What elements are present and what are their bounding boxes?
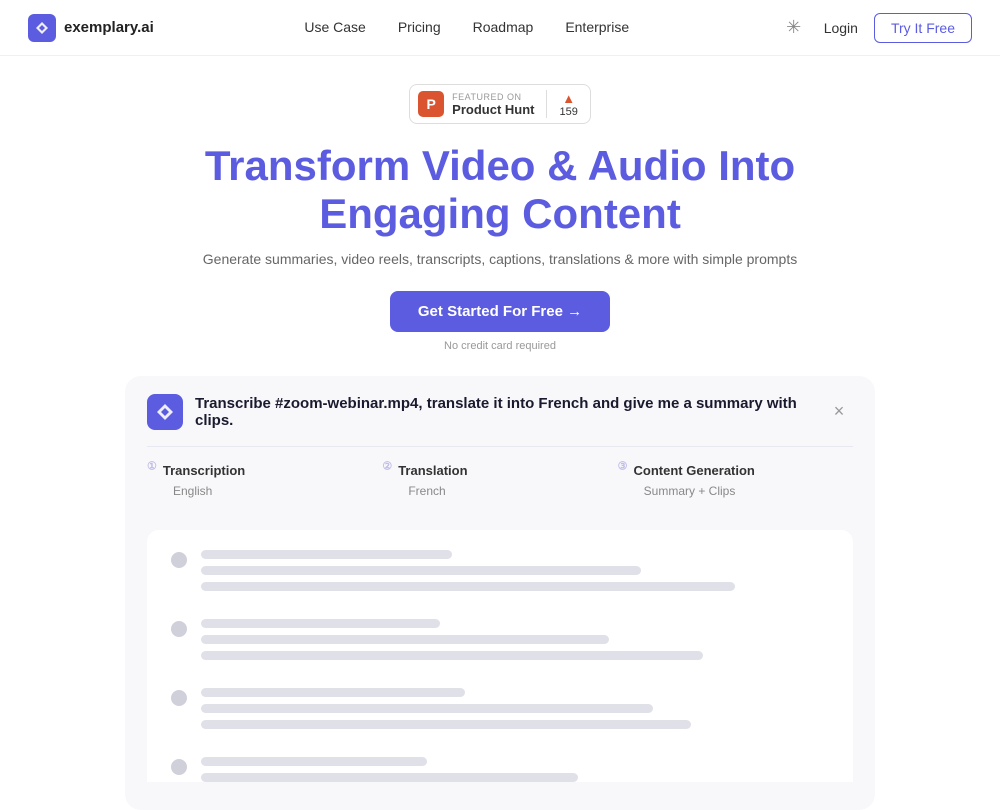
ph-count: 159 [559, 106, 577, 118]
ph-arrow-icon: ▲ [562, 91, 575, 106]
demo-step-3: ③ Content Generation Summary + Clips [618, 461, 853, 498]
ph-icon: P [418, 91, 444, 117]
settings-icon[interactable]: ✳ [780, 14, 808, 42]
nav-use-case[interactable]: Use Case [304, 19, 365, 35]
step-3-label: Content Generation [634, 463, 755, 478]
step-3-number: ③ [618, 461, 628, 481]
ph-text: FEATURED ON Product Hunt [452, 92, 534, 117]
demo-card: Transcribe #zoom-webinar.mp4, translate … [125, 376, 875, 810]
demo-prompt-text: Transcribe #zoom-webinar.mp4, translate … [195, 395, 813, 429]
content-avatar-3 [171, 690, 187, 706]
demo-prompt-row: Transcribe #zoom-webinar.mp4, translate … [147, 394, 853, 430]
nav-roadmap[interactable]: Roadmap [473, 19, 534, 35]
step-1-number: ① [147, 461, 157, 481]
step-2-label: Translation [398, 463, 467, 478]
demo-close-button[interactable]: × [825, 398, 853, 426]
demo-content [147, 530, 853, 782]
logo-link[interactable]: exemplary.ai [28, 14, 154, 42]
demo-steps: ① Transcription English ② Translation Fr… [147, 446, 853, 514]
content-row-3 [171, 688, 829, 729]
content-lines-1 [201, 550, 829, 591]
nav-enterprise[interactable]: Enterprise [565, 19, 629, 35]
demo-step-2: ② Translation French [382, 461, 617, 498]
step-2-number: ② [382, 461, 392, 481]
login-button[interactable]: Login [824, 20, 858, 36]
content-row-1 [171, 550, 829, 591]
content-lines-3 [201, 688, 829, 729]
hero-title: Transform Video & Audio Into Engaging Co… [150, 142, 850, 239]
nav-pricing[interactable]: Pricing [398, 19, 441, 35]
content-avatar-2 [171, 621, 187, 637]
no-card-text: No credit card required [444, 340, 556, 352]
nav-right: ✳ Login Try It Free [780, 13, 972, 43]
ph-name: Product Hunt [452, 102, 534, 117]
ph-upvote: ▲ 159 [559, 91, 577, 118]
logo-text: exemplary.ai [64, 19, 154, 36]
nav-links: Use Case Pricing Roadmap Enterprise [304, 19, 629, 37]
content-row-4 [171, 757, 829, 782]
hero-subtitle: Generate summaries, video reels, transcr… [203, 251, 797, 267]
step-1-detail: English [147, 484, 212, 498]
content-lines-4 [201, 757, 829, 782]
try-it-free-button[interactable]: Try It Free [874, 13, 972, 43]
content-lines-2 [201, 619, 829, 660]
step-2-detail: French [382, 484, 445, 498]
step-3-detail: Summary + Clips [618, 484, 736, 498]
content-avatar-4 [171, 759, 187, 775]
demo-step-1: ① Transcription English [147, 461, 382, 498]
hero-section: P FEATURED ON Product Hunt ▲ 159 Transfo… [0, 56, 1000, 810]
product-hunt-badge[interactable]: P FEATURED ON Product Hunt ▲ 159 [409, 84, 591, 124]
ph-featured-label: FEATURED ON [452, 92, 521, 102]
cta-button[interactable]: Get Started For Free → [390, 291, 610, 332]
content-avatar-1 [171, 552, 187, 568]
ph-divider [546, 90, 547, 118]
step-1-label: Transcription [163, 463, 245, 478]
logo-icon [28, 14, 56, 42]
content-row-2 [171, 619, 829, 660]
navbar: exemplary.ai Use Case Pricing Roadmap En… [0, 0, 1000, 56]
demo-brand-icon [147, 394, 183, 430]
